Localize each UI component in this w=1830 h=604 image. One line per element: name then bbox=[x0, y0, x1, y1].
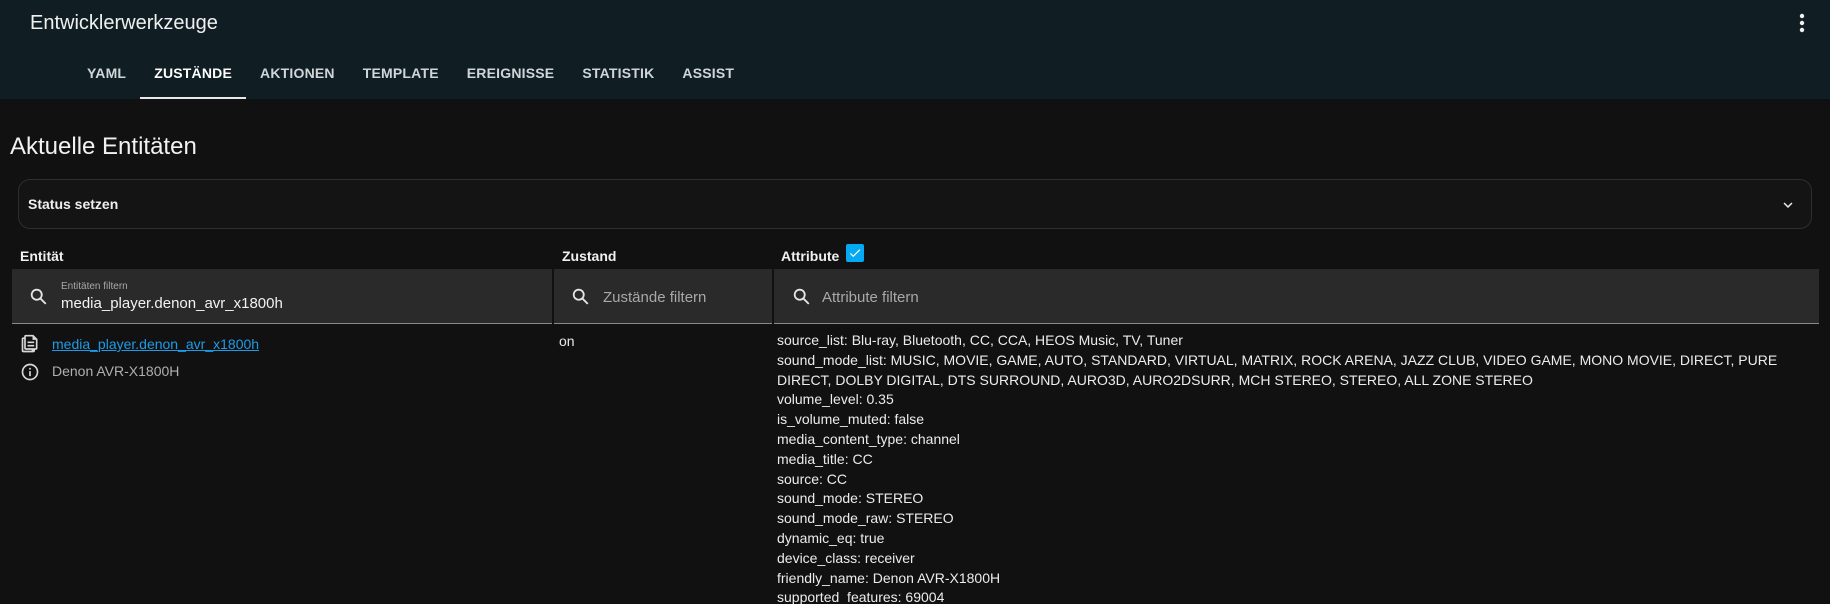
column-header-state: Zustand bbox=[562, 248, 617, 264]
attribute-line: source_list: Blu-ray, Bluetooth, CC, CCA… bbox=[777, 332, 1183, 348]
magnify-icon bbox=[572, 288, 589, 305]
top-app-bar: Entwicklerwerkzeuge YAML ZUSTÄNDE AKTION… bbox=[0, 0, 1830, 99]
tab-assist[interactable]: ASSIST bbox=[668, 58, 748, 99]
tab-states[interactable]: ZUSTÄNDE bbox=[140, 58, 246, 99]
entity-filter-field[interactable]: Entitäten filtern bbox=[12, 269, 552, 324]
tab-yaml[interactable]: YAML bbox=[73, 58, 140, 99]
attribute-line: is_volume_muted: false bbox=[777, 411, 925, 428]
magnify-icon bbox=[793, 288, 810, 305]
column-header-attributes: Attribute bbox=[781, 248, 840, 264]
overflow-menu-button[interactable] bbox=[1790, 10, 1814, 36]
attribute-line: supported_features: 69004 bbox=[777, 589, 945, 604]
magnify-icon bbox=[30, 288, 47, 305]
attribute-line: friendly_name: Denon AVR-X1800H bbox=[777, 569, 1001, 586]
attribute-line: source: CC bbox=[777, 470, 848, 487]
tab-template[interactable]: TEMPLATE bbox=[349, 58, 453, 99]
state-filter-field[interactable] bbox=[554, 269, 772, 324]
attribute-line: volume_level: 0.35 bbox=[777, 391, 894, 408]
entity-filter-input[interactable] bbox=[61, 295, 461, 312]
set-state-expander[interactable]: Status setzen bbox=[18, 179, 1812, 229]
attribute-line: sound_mode: STEREO bbox=[777, 490, 924, 507]
checkbox-marked-icon bbox=[849, 249, 861, 258]
entity-id-link[interactable]: media_player.denon_avr_x1800h bbox=[52, 336, 259, 352]
dots-vertical-icon bbox=[1799, 13, 1805, 33]
attribute-line: media_title: CC bbox=[777, 450, 873, 467]
attribute-line: media_content_type: channel bbox=[777, 430, 960, 447]
attributes-filter-input[interactable] bbox=[822, 286, 1222, 308]
set-state-label: Status setzen bbox=[28, 196, 119, 212]
tab-events[interactable]: EREIGNISSE bbox=[453, 58, 569, 99]
entity-state-value: on bbox=[559, 333, 575, 349]
state-filter-input[interactable] bbox=[603, 286, 763, 308]
column-header-entity: Entität bbox=[20, 248, 64, 264]
tab-statistics[interactable]: STATISTIK bbox=[568, 58, 668, 99]
entity-filter-label: Entitäten filtern bbox=[61, 281, 128, 292]
tab-bar: YAML ZUSTÄNDE AKTIONEN TEMPLATE EREIGNIS… bbox=[73, 58, 748, 99]
information-outline-icon[interactable] bbox=[20, 362, 40, 382]
chevron-down-icon bbox=[1783, 202, 1793, 208]
tab-actions[interactable]: AKTIONEN bbox=[246, 58, 349, 99]
entity-friendly-name: Denon AVR-X1800H bbox=[52, 363, 180, 379]
clipboard-list-icon[interactable] bbox=[20, 334, 40, 354]
entity-attributes: source_list: Blu-ray, Bluetooth, CC, CCA… bbox=[777, 331, 1807, 604]
page-title: Aktuelle Entitäten bbox=[10, 133, 197, 160]
attribute-line: sound_mode_list: MUSIC, MOVIE, GAME, AUT… bbox=[777, 351, 1778, 388]
attributes-filter-field[interactable] bbox=[774, 269, 1819, 324]
attributes-checkbox[interactable] bbox=[846, 244, 864, 262]
attribute-line: dynamic_eq: true bbox=[777, 529, 885, 546]
attribute-line: sound_mode_raw: STEREO bbox=[777, 510, 954, 527]
attribute-line: device_class: receiver bbox=[777, 549, 915, 566]
app-title: Entwicklerwerkzeuge bbox=[30, 12, 218, 34]
